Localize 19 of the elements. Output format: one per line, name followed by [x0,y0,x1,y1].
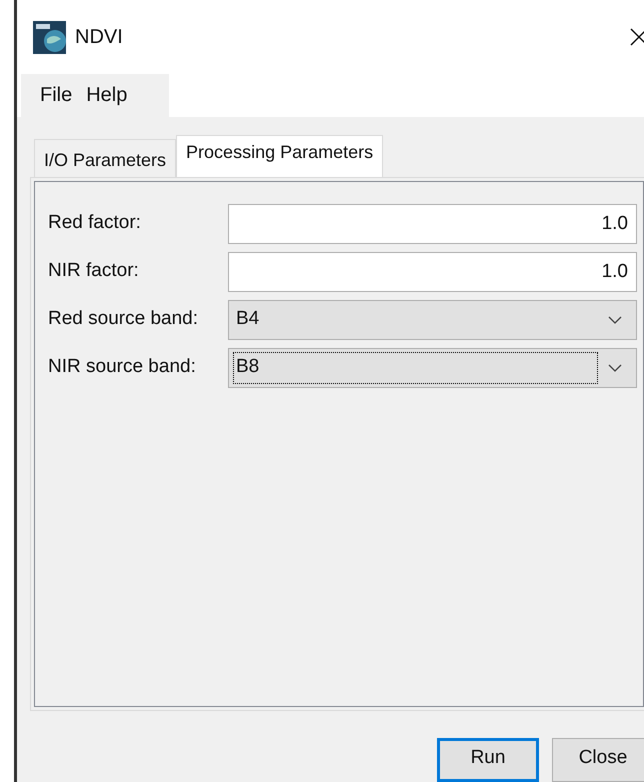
field-label: NIR factor: [48,259,140,284]
chevron-down-icon [608,364,622,372]
field-label: Red source band: [48,307,199,332]
menu-item[interactable]: Help [81,80,132,110]
dialog-button[interactable]: Close [552,738,644,782]
dropdown[interactable]: B8 [228,348,637,388]
chevron-down-icon [608,316,622,324]
dialog-button[interactable]: Run [437,738,539,782]
input-field[interactable]: 1.0 [228,252,637,292]
input-field[interactable]: 1.0 [228,204,637,244]
tab[interactable]: Processing Parameters [176,134,384,177]
field-label: Red factor: [48,211,142,236]
field-label: NIR source band: [48,355,197,380]
menu-item[interactable]: File [35,80,78,110]
window-title: NDVI [75,25,123,50]
dropdown[interactable]: B4 [228,300,637,340]
app-logo-icon [33,20,66,54]
tab[interactable]: I/O Parameters [34,138,176,177]
close-icon[interactable] [630,28,644,46]
